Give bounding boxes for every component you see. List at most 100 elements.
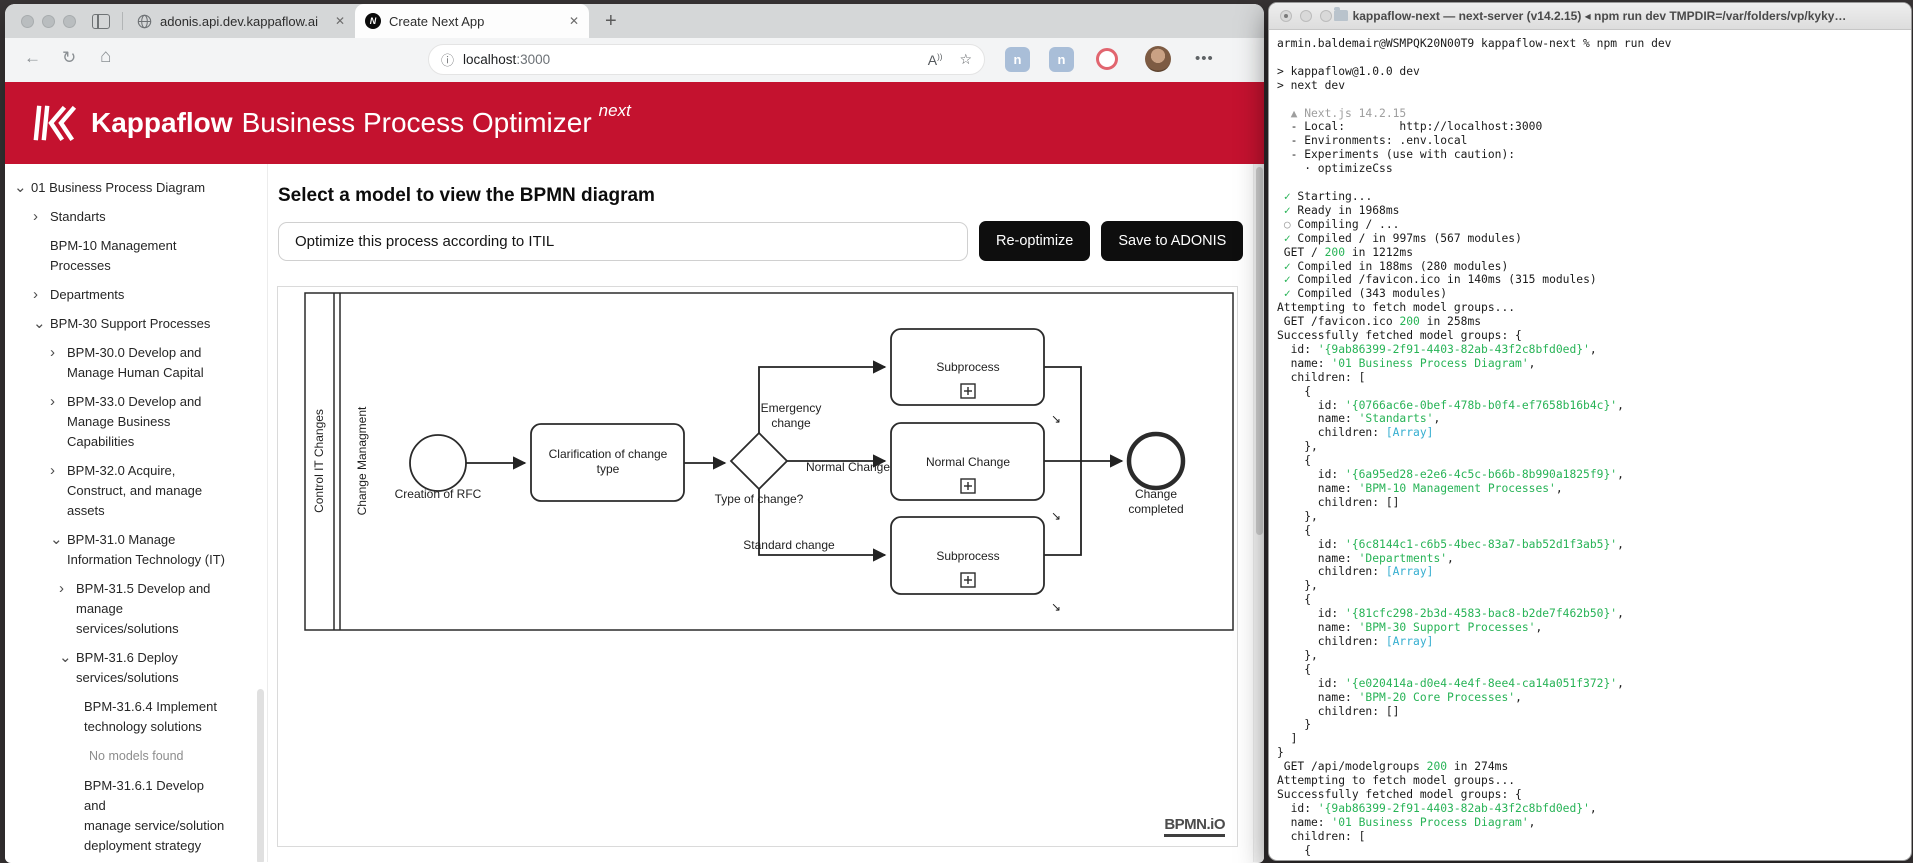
extension-n-icon-2[interactable]: n [1049,47,1074,72]
subprocess-label: Subprocess [936,360,999,374]
zoom-window-button[interactable] [63,14,76,28]
refresh-icon[interactable]: ↻ [62,48,76,68]
reoptimize-button[interactable]: Re-optimize [979,221,1091,261]
tree-item-label: BPM-32.0 Acquire, Construct, and manage … [67,463,203,518]
site-info-icon[interactable]: ⓘ [441,50,454,69]
chevron-down-icon[interactable]: ⌄ [14,178,31,198]
chevron-right-icon[interactable]: › [33,207,50,227]
flow-label-emergency: change [771,416,811,430]
model-tree-sidebar: ⌄ 01 Business Process Diagram › Standarts BP… [5,164,268,862]
globe-icon [137,14,152,29]
tree-item[interactable]: ⌄ BPM-30 Support Processes [5,314,227,334]
traffic-lights[interactable] [21,14,76,28]
extension-ring-icon[interactable] [1096,48,1118,70]
terminal-line: name: 'Departments', [1277,551,1454,565]
drilldown-arrow-icon[interactable]: ↘ [1051,509,1061,523]
terminal-line: children: [Array] [1277,426,1434,440]
tab-create-next-app[interactable]: N Create Next App ✕ [355,4,589,38]
tree-item[interactable]: › Standarts [5,207,227,227]
terminal-line: { [1277,523,1312,537]
terminal-line: ✓ Compiled (343 modules) [1283,287,1448,301]
terminal-line: id: '{9ab86399-2f91-4403-82ab-43f2c8bfd0… [1277,342,1597,356]
lane-label: Change Managment [355,406,369,515]
chevron-right-icon[interactable]: › [50,343,67,383]
terminal-line: armin.baldemair@WSMPQK20N00T9 kappaflow-… [1277,37,1672,50]
drilldown-arrow-icon[interactable]: ↘ [1051,412,1061,426]
pool-label: Control IT Changes [312,409,326,513]
tree-item[interactable]: › BPM-33.0 Develop and Manage Business Ca… [5,392,227,452]
read-aloud-icon[interactable]: A)) [928,52,943,68]
task-label: type [597,462,620,476]
tab-divider [122,12,123,30]
terminal-line: name: 'BPM-10 Management Processes', [1277,482,1563,495]
chevron-right-icon[interactable]: › [50,461,67,521]
sidebar-scrollbar[interactable] [257,689,264,862]
tree-item[interactable]: › BPM-32.0 Acquire, Construct, and manage… [5,461,227,521]
tree-item[interactable]: BPM-10 Management Processes [5,236,227,276]
terminal-line: ] [1277,732,1298,746]
address-bar[interactable]: ⓘ localhost:3000 A)) ☆ [428,44,985,75]
minimize-window-button[interactable] [42,14,55,28]
tree-item-label: BPM-33.0 Develop and Manage Business Cap… [67,394,202,449]
bpmn-io-watermark[interactable]: BPMN.iO [1164,816,1225,837]
chevron-right-icon[interactable]: › [33,285,50,305]
brand-name: Kappaflow [91,107,233,138]
tree-item[interactable]: › BPM-31.5 Develop and manage services/so… [5,579,227,639]
sidebar-toggle-icon[interactable] [92,13,110,29]
terminal-line: name: '01 Business Process Diagram', [1277,815,1536,829]
chevron-down-icon[interactable]: ⌄ [59,648,76,688]
start-event[interactable] [409,434,467,492]
folder-proxy-icon [1333,7,1348,21]
back-icon[interactable]: ← [24,48,41,68]
end-event-label: completed [1128,502,1183,516]
browser-window: adonis.api.dev.kappaflow.ai ✕ N Create N… [5,4,1264,863]
tab-adonis[interactable]: adonis.api.dev.kappaflow.ai ✕ [127,4,355,38]
page-scrollbar[interactable] [1253,164,1264,862]
tab-strip: adonis.api.dev.kappaflow.ai ✕ N Create N… [5,4,1264,38]
terminal-titlebar[interactable]: kappaflow-next — next-server (v14.2.15) … [1269,3,1911,30]
tree-item[interactable]: BPM-31.6.1 Develop and manage service/so… [5,776,227,856]
end-event[interactable] [1126,431,1186,491]
subprocess-label: Subprocess [936,549,999,563]
terminal-line: - Environments: .env.local [1277,134,1468,148]
tree-item[interactable]: ⌄ BPM-31.0 Manage Information Technology … [5,530,227,570]
extension-n-icon[interactable]: n [1005,47,1030,72]
terminal-title: kappaflow-next — next-server (v14.2.15) … [1269,7,1911,23]
new-tab-button[interactable]: + [605,10,617,33]
tree-item[interactable]: ⌄ 01 Business Process Diagram [5,178,227,198]
save-to-adonis-button[interactable]: Save to ADONIS [1101,221,1244,261]
gateway-label: Type of change? [715,492,804,506]
terminal-output[interactable]: armin.baldemair@WSMPQK20N00T9 kappaflow-… [1269,30,1911,857]
tree-item[interactable]: › Departments [5,285,227,305]
chevron-down-icon[interactable]: ⌄ [50,530,67,570]
tree-item-label: Departments [50,287,125,302]
chevron-right-icon[interactable]: › [50,392,67,452]
terminal-line: id: '{6c8144c1-c6b5-4bec-83a7-bab52d1f3a… [1277,537,1624,551]
terminal-line: children: [Array] [1277,565,1434,579]
tree-item[interactable]: ⌄ BPM-31.6 Deploy services/solutions [5,648,227,688]
close-tab-icon[interactable]: ✕ [569,14,579,28]
profile-avatar[interactable] [1145,46,1171,72]
chevron-right-icon[interactable]: › [59,579,76,639]
drilldown-arrow-icon[interactable]: ↘ [1051,600,1061,614]
chevron-placeholder [67,697,84,737]
favorites-star-icon[interactable]: ☆ [959,51,972,68]
bpmn-diagram: Control IT Changes Change Managment Crea… [304,292,1234,631]
scrollbar-thumb[interactable] [1255,167,1263,535]
tree-item[interactable]: BPM-31.6.4 Implement technology solution… [5,697,227,737]
more-menu-icon[interactable]: ••• [1195,50,1214,67]
tree-item[interactable]: › BPM-30.0 Develop and Manage Human Capit… [5,343,227,383]
tree-item-label: BPM-30 Support Processes [50,316,211,331]
terminal-line: name: '01 Business Process Diagram', [1277,356,1536,370]
home-icon[interactable]: ⌂ [100,46,111,68]
tab-title: adonis.api.dev.kappaflow.ai [160,13,319,29]
chevron-down-icon[interactable]: ⌄ [33,314,50,334]
tree-item-label: BPM-31.6.1 Develop and manage service/so… [84,778,225,853]
close-window-button[interactable] [21,14,34,28]
terminal-line: id: '{9ab86399-2f91-4403-82ab-43f2c8bfd0… [1277,801,1597,815]
close-tab-icon[interactable]: ✕ [335,14,345,28]
terminal-line: { [1277,593,1312,607]
terminal-line: }, [1277,440,1318,454]
bpmn-diagram-canvas[interactable]: Control IT Changes Change Managment Crea… [277,286,1238,847]
optimization-prompt-input[interactable] [278,221,968,261]
